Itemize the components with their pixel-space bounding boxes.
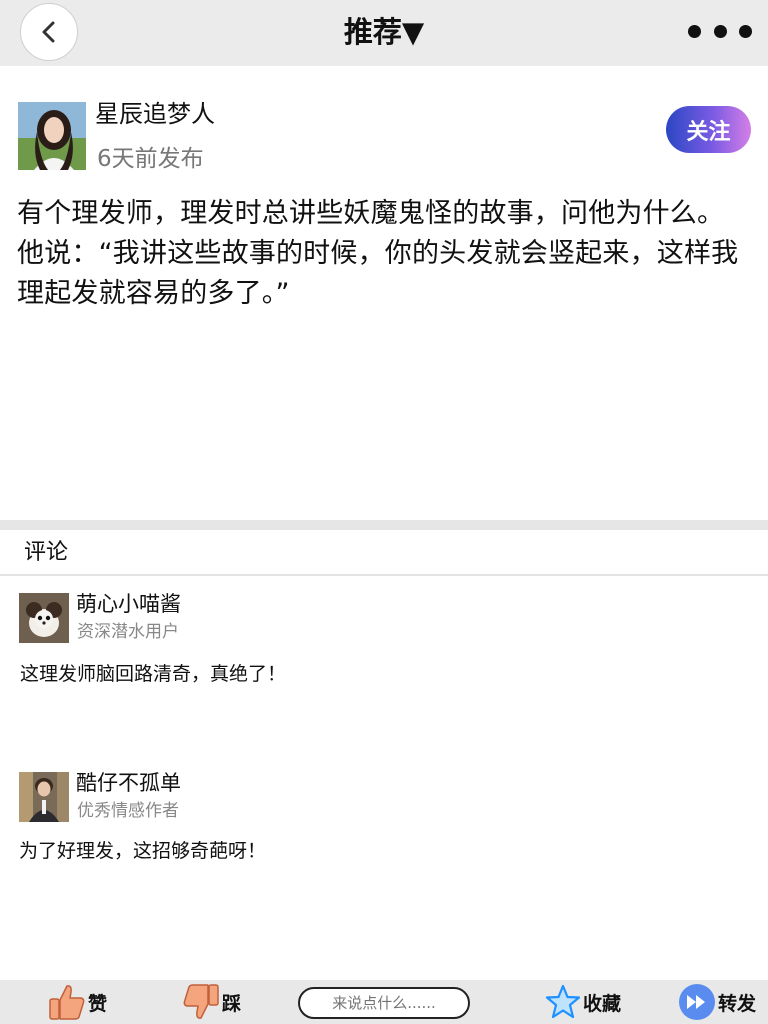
share-button[interactable]: 转发 <box>678 980 756 1024</box>
more-horizontal-icon[interactable] <box>688 22 752 40</box>
author-name[interactable]: 星辰追梦人 <box>95 98 215 130</box>
share-label: 转发 <box>718 992 757 1015</box>
bottom-action-bar: 赞 踩 收藏 转发 <box>0 980 768 1024</box>
dislike-label: 踩 <box>222 992 242 1015</box>
star-icon <box>545 984 581 1019</box>
comment-text: 为了好理发，这招够奇葩呀！ <box>19 840 267 862</box>
commenter-tag: 资深潜水用户 <box>77 622 179 642</box>
section-divider <box>0 520 768 530</box>
comments-header: 评论 <box>0 530 768 576</box>
favorite-label: 收藏 <box>583 992 622 1015</box>
follow-button[interactable]: 关注 <box>666 106 751 153</box>
fast-forward-icon <box>679 984 715 1020</box>
commenter-name[interactable]: 萌心小喵酱 <box>76 589 181 619</box>
commenter-tag: 优秀情感作者 <box>77 801 179 821</box>
comment-text: 这理发师脑回路清奇，真绝了！ <box>20 663 287 685</box>
feed-selector-title[interactable]: 推荐▼ <box>0 10 768 54</box>
thumbs-down-icon <box>183 984 219 1019</box>
post-card: 星辰追梦人 6天前发布 关注 有个理发师，理发时总讲些妖魔鬼怪的故事，问他为什么… <box>0 66 768 520</box>
post-content: 有个理发师，理发时总讲些妖魔鬼怪的故事，问他为什么。 他说：“我讲这些故事的时候… <box>17 198 739 309</box>
commenter-avatar[interactable] <box>19 593 69 643</box>
dislike-button[interactable]: 踩 <box>182 980 241 1024</box>
commenter-name[interactable]: 酷仔不孤单 <box>76 768 181 798</box>
like-label: 赞 <box>88 992 108 1015</box>
top-bar: 推荐▼ <box>0 0 768 66</box>
comments-title: 评论 <box>24 540 69 565</box>
thumbs-up-icon <box>49 985 85 1020</box>
comment-input[interactable] <box>298 987 470 1019</box>
commenter-avatar[interactable] <box>19 772 69 822</box>
post-time: 6天前发布 <box>97 146 204 172</box>
favorite-button[interactable]: 收藏 <box>545 980 621 1024</box>
author-avatar[interactable] <box>18 102 86 170</box>
like-button[interactable]: 赞 <box>48 980 107 1024</box>
